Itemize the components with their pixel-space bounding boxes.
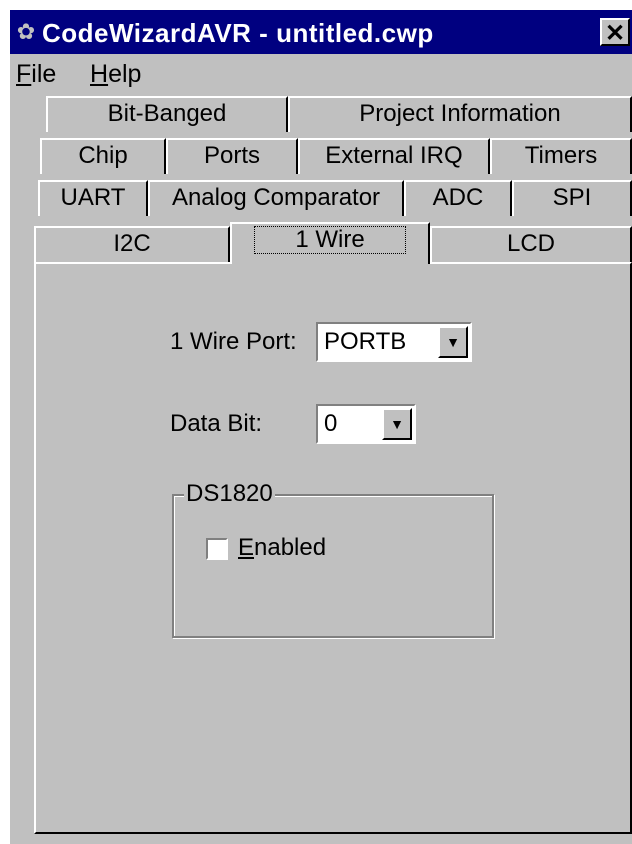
checkbox-accel: E [238,534,255,561]
close-button[interactable]: ✕ [600,18,630,47]
menu-help-label: elp [108,60,142,88]
port-value: PORTB [324,328,407,355]
tab-label: Project Information [359,100,561,127]
close-icon: ✕ [604,20,626,47]
data-bit-label: Data Bit: [170,410,263,437]
gear-icon: ✿ [16,19,36,44]
tab-label: Ports [203,142,260,169]
tab-i2c[interactable]: I2C [34,226,230,262]
ds1820-group: DS1820 Enabled [172,480,494,638]
chevron-down-icon[interactable]: ▼ [438,326,468,358]
tab-label: Bit-Banged [107,100,227,127]
tab-label: UART [60,184,126,211]
tab-adc[interactable]: ADC [404,180,512,216]
tab-label: I2C [113,230,151,257]
tab-bit-banged[interactable]: Bit-Banged [46,96,288,132]
tab-external-irq[interactable]: External IRQ [298,138,490,174]
tab-1-wire[interactable]: 1 Wire [230,222,430,264]
tab-ports[interactable]: Ports [166,138,298,174]
tab-project-information[interactable]: Project Information [288,96,632,132]
tab-lcd[interactable]: LCD [430,226,632,262]
tab-label: ADC [432,184,484,211]
tab-label: Analog Comparator [171,184,381,211]
tab-chip[interactable]: Chip [40,138,166,174]
ds1820-enabled-label[interactable]: Enabled [238,534,326,562]
ds1820-group-title: DS1820 [184,480,275,508]
data-bit-value: 0 [324,410,338,437]
tab-uart[interactable]: UART [38,180,148,216]
tab-label: SPI [552,184,592,211]
tab-label: LCD [506,230,555,257]
tab-label: External IRQ [325,142,463,169]
menu-help-accel: H [90,60,109,88]
tab-timers[interactable]: Timers [490,138,632,174]
tab-label: 1 Wire [254,226,406,254]
menu-file-label: ile [31,60,57,88]
menu-help[interactable]: Help [90,60,141,89]
tab-label: Chip [78,142,128,169]
ds1820-enabled-checkbox[interactable] [206,538,228,560]
menu-file-accel: F [16,60,32,88]
title-bar[interactable]: ✿ CodeWizardAVR - untitled.cwp ✕ [10,10,632,54]
codewizard-window: ✿ CodeWizardAVR - untitled.cwp ✕ File He… [10,10,632,844]
one-wire-panel: 1 Wire Port: PORTB ▼ Data Bit: 0 ▼ DS182… [34,262,632,834]
port-label: 1 Wire Port: [170,328,297,355]
tab-analog-comparator[interactable]: Analog Comparator [148,180,404,216]
window-title: CodeWizardAVR - untitled.cwp [42,18,434,48]
port-select[interactable]: PORTB ▼ [316,322,472,362]
tab-spi[interactable]: SPI [512,180,632,216]
data-bit-select[interactable]: 0 ▼ [316,404,416,444]
menu-file[interactable]: File [16,60,56,89]
tab-label: Timers [524,142,598,169]
checkbox-label-rest: nabled [254,534,327,561]
menu-bar: File Help [10,54,632,94]
chevron-down-icon[interactable]: ▼ [382,408,412,440]
